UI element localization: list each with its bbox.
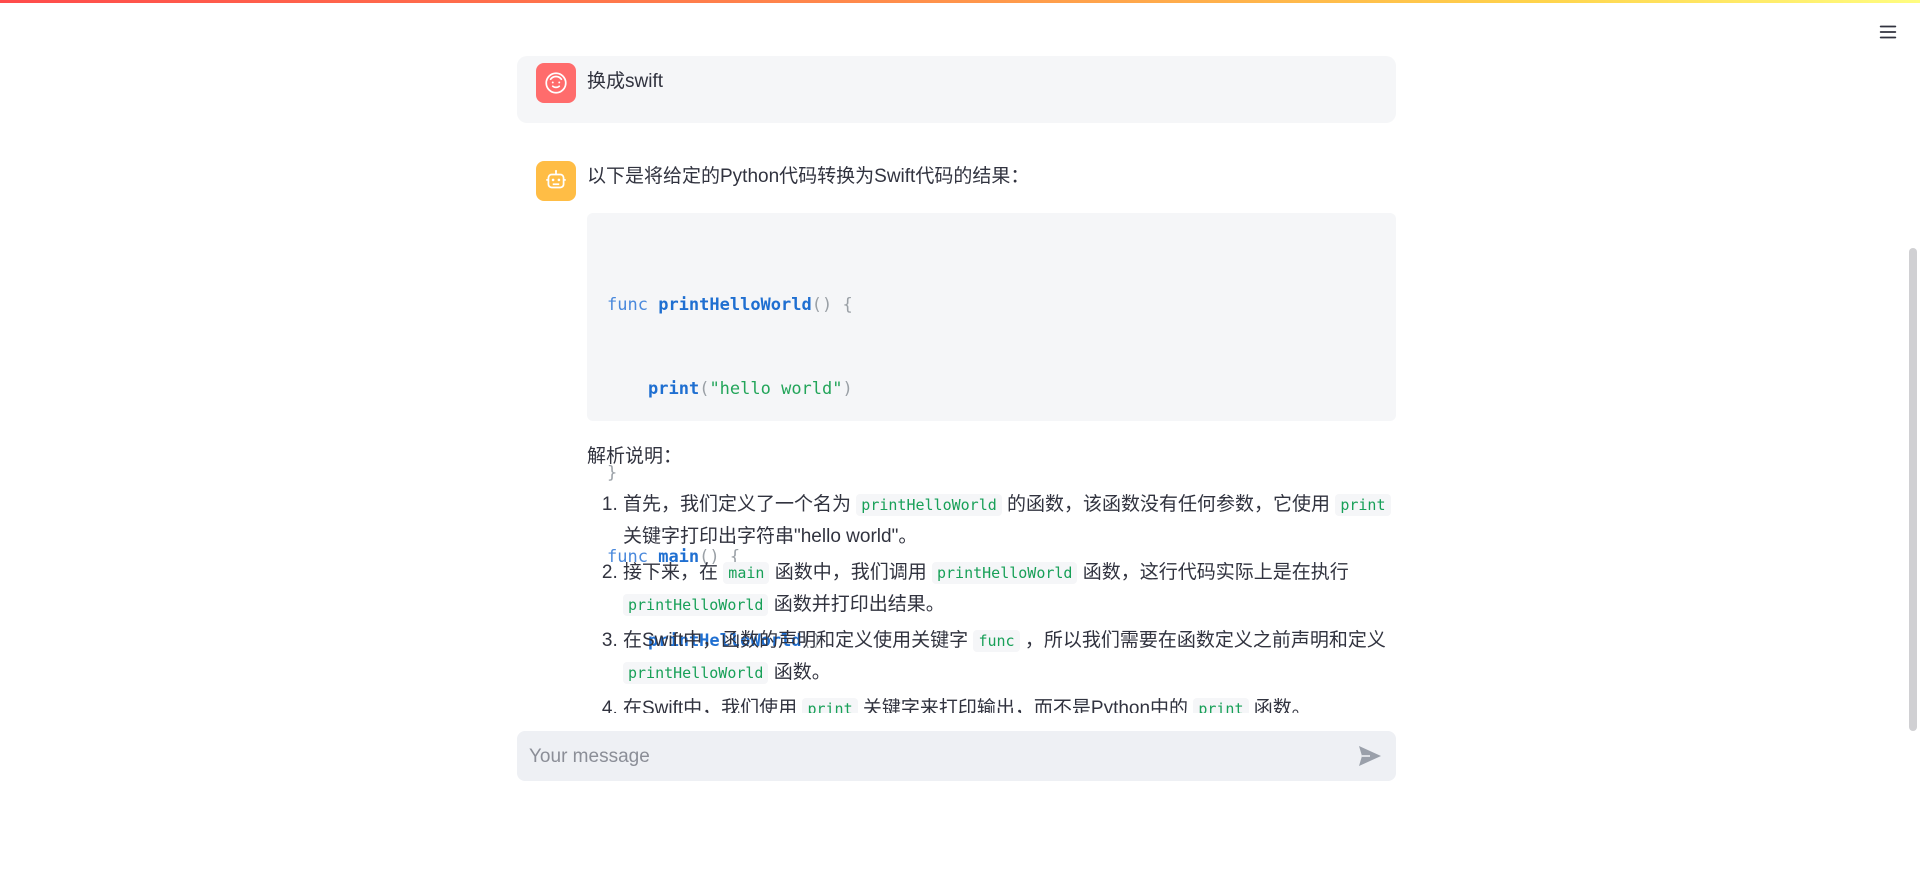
notes-list: 首先，我们定义了一个名为 printHelloWorld 的函数，该函数没有任何… — [587, 489, 1396, 713]
note-text: 函数，这行代码实际上是在执行 — [1082, 562, 1349, 583]
note-text: 首先，我们定义了一个名为 — [623, 494, 852, 515]
note-text: 接下来，在 — [623, 562, 719, 583]
list-item: 在Swift中，函数的声明和定义使用关键字 func ，所以我们需要在函数定义之… — [623, 625, 1396, 689]
send-icon — [1359, 746, 1381, 766]
note-text: 函数。 — [1253, 698, 1311, 713]
code-block[interactable]: func printHelloWorld() { print("hello wo… — [587, 213, 1396, 651]
inline-code: printHelloWorld — [623, 662, 769, 684]
code-punctuation: ) — [842, 379, 853, 399]
code-line: func printHelloWorld() { — [607, 291, 1376, 319]
user-face-icon — [545, 72, 567, 94]
user-message-text: 换成swift — [587, 71, 664, 92]
note-text: 在Swift中，函数的声明和定义使用关键字 — [623, 630, 969, 651]
list-item: 接下来，在 main 函数中，我们调用 printHelloWorld 函数，这… — [623, 557, 1396, 621]
code-punctuation: ( — [699, 379, 710, 399]
robot-icon — [546, 169, 566, 189]
message-input[interactable] — [527, 731, 1331, 783]
note-text: 关键字打印出字符串"hello world"。 — [623, 526, 918, 547]
inline-code: print — [1193, 698, 1249, 713]
user-message: 换成swift — [517, 56, 1396, 123]
note-text: 函数中，我们调用 — [774, 562, 927, 583]
code-string: "hello world" — [709, 379, 843, 399]
assistant-message: 以下是将给定的Python代码转换为Swift代码的结果： func print… — [517, 150, 1396, 713]
inline-code: print — [1335, 494, 1391, 516]
chat-scroll-area[interactable]: 换成swift 以下是将给定的Python代码转换为Swift代码的结果： fu… — [0, 0, 1920, 713]
code-keyword: func — [607, 295, 648, 315]
inline-code: printHelloWorld — [623, 594, 769, 616]
code-punctuation: () { — [811, 295, 853, 315]
note-text: 的函数，该函数没有任何参数，它使用 — [1007, 494, 1331, 515]
list-item: 首先，我们定义了一个名为 printHelloWorld 的函数，该函数没有任何… — [623, 489, 1396, 553]
note-text: 函数。 — [773, 662, 831, 683]
code-function-name: printHelloWorld — [658, 295, 812, 315]
chat-input-container — [517, 731, 1396, 783]
send-button[interactable] — [1356, 743, 1384, 769]
assistant-message-body: 以下是将给定的Python代码转换为Swift代码的结果： func print… — [587, 163, 1396, 713]
code-line: print("hello world") — [607, 375, 1376, 403]
inline-code: func — [973, 630, 1020, 652]
note-text: 关键字来打印输出，而不是Python中的 — [862, 698, 1189, 713]
note-text: ，所以我们需要在函数定义之前声明和定义 — [1024, 630, 1386, 651]
note-text: 函数并打印出结果。 — [773, 594, 945, 615]
main-menu-button[interactable] — [1874, 18, 1902, 46]
section-title: 解析说明： — [587, 446, 683, 467]
hamburger-menu-icon — [1879, 25, 1897, 39]
note-text: 在Swift中，我们使用 — [623, 698, 798, 713]
inline-code: printHelloWorld — [932, 562, 1078, 584]
assistant-intro-text: 以下是将给定的Python代码转换为Swift代码的结果： — [587, 166, 1030, 187]
inline-code: main — [723, 562, 770, 584]
list-item: 在Swift中，我们使用 print 关键字来打印输出，而不是Python中的 … — [623, 693, 1396, 713]
code-function-name: print — [648, 379, 700, 399]
inline-code: printHelloWorld — [856, 494, 1002, 516]
scrollbar[interactable] — [1909, 248, 1917, 731]
assistant-avatar — [536, 161, 576, 201]
user-avatar — [536, 63, 576, 103]
inline-code: print — [802, 698, 858, 713]
